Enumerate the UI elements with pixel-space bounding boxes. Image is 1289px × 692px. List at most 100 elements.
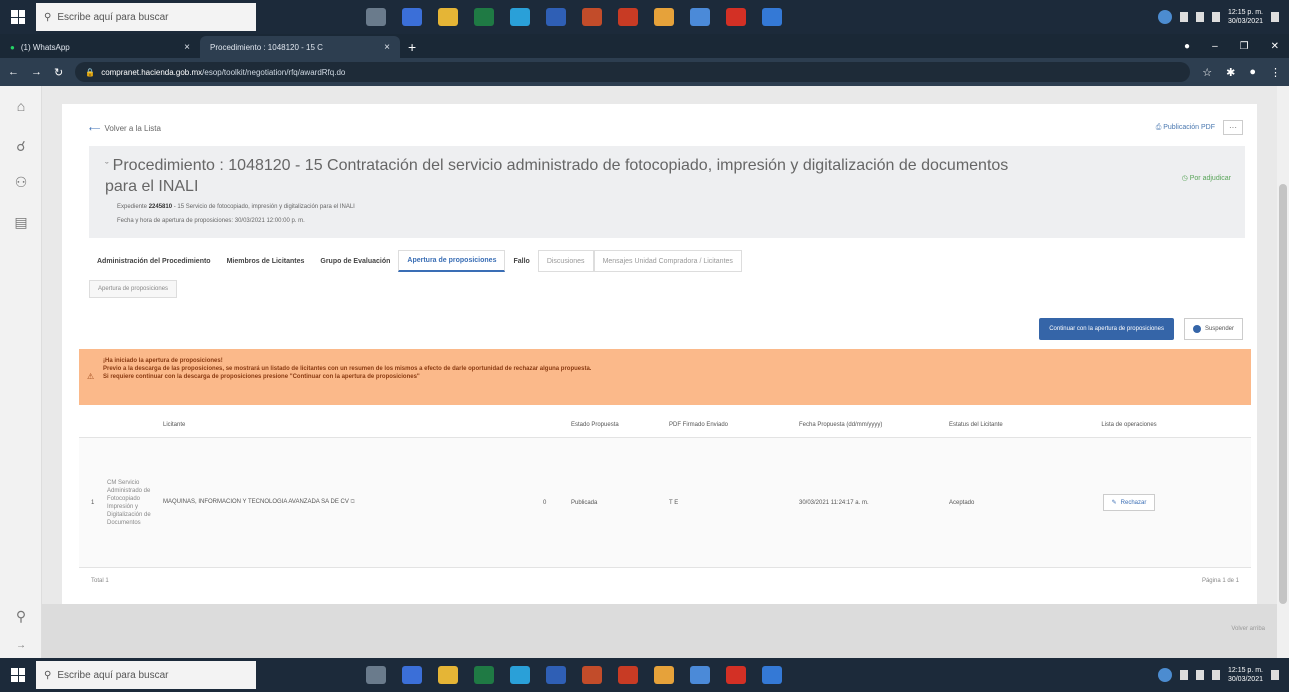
suspend-button[interactable]: Suspender xyxy=(1183,318,1243,340)
star-icon[interactable]: ☆ xyxy=(1202,66,1212,79)
continue-opening-button[interactable]: Continuar con la apertura de proposicion… xyxy=(1039,318,1174,340)
tray-chevron-icon[interactable] xyxy=(1179,670,1188,680)
window-close-icon[interactable]: ✕ xyxy=(1271,41,1279,52)
tray-clock[interactable]: 12:15 p. m. 30/03/2021 xyxy=(1228,666,1263,684)
pause-icon xyxy=(1192,325,1201,333)
arrow-right-icon[interactable]: → xyxy=(13,638,29,654)
volume-icon[interactable] xyxy=(1211,12,1220,22)
acrobat-icon[interactable] xyxy=(726,666,746,684)
back-to-top-link[interactable]: Volver arriba xyxy=(1231,626,1265,632)
menu-icon[interactable]: ⋮ xyxy=(1270,66,1281,79)
edge-icon[interactable] xyxy=(510,8,530,26)
back-to-list-link[interactable]: ⟵ Volver a la Lista xyxy=(89,124,161,133)
scrollbar-thumb[interactable] xyxy=(1279,184,1287,604)
app-icon-2[interactable] xyxy=(582,666,602,684)
clock-time: 12:15 p. m. xyxy=(1227,9,1263,16)
excel-icon[interactable] xyxy=(474,8,494,26)
more-options-button[interactable]: ··· xyxy=(1223,120,1243,135)
row-pdf: T E xyxy=(669,499,679,506)
handshake-icon[interactable]: ☌ xyxy=(13,138,29,154)
pdf-publication-label: Publicación PDF xyxy=(1163,123,1215,131)
tab-miembros[interactable]: Miembros de Licitantes xyxy=(219,250,313,272)
app-icon-3[interactable] xyxy=(654,666,674,684)
extension-icon[interactable]: ✱ xyxy=(1226,66,1235,79)
app-icon-3[interactable] xyxy=(654,8,674,26)
back-arrow-icon[interactable]: ← xyxy=(8,66,19,78)
app-icon-1[interactable] xyxy=(402,8,422,26)
subtab-apertura[interactable]: Apertura de proposiciones xyxy=(89,280,178,298)
wifi-icon[interactable] xyxy=(1195,12,1204,22)
close-icon[interactable]: × xyxy=(184,42,190,53)
maximize-icon[interactable]: ❐ xyxy=(1240,41,1249,52)
minimize-icon[interactable]: – xyxy=(1212,41,1218,52)
col-pdf[interactable]: PDF Firmado Enviado xyxy=(669,422,799,428)
taskbar-search-box[interactable]: ⚲ Escribe aquí para buscar xyxy=(36,3,256,31)
mail-icon[interactable] xyxy=(762,8,782,26)
tray-app-icon[interactable] xyxy=(1157,10,1172,24)
browser-tab-procedure[interactable]: Procedimiento : 1048120 - 15 C × xyxy=(200,36,400,58)
new-tab-button[interactable]: + xyxy=(400,36,424,58)
acrobat-icon[interactable] xyxy=(726,8,746,26)
status-text: Por adjudicar xyxy=(1189,175,1231,182)
reject-button[interactable]: ✎ Rechazar xyxy=(1102,494,1156,511)
account-icon[interactable]: ● xyxy=(1249,66,1256,78)
windows-start-button[interactable] xyxy=(0,0,36,34)
reload-icon[interactable]: ↻ xyxy=(54,66,63,79)
app-icon-1[interactable] xyxy=(402,666,422,684)
pdf-publication-link[interactable]: ⎙ Publicación PDF xyxy=(1156,124,1215,132)
tray-chevron-icon[interactable] xyxy=(1179,12,1188,22)
search-icon: ⚲ xyxy=(44,11,52,23)
col-fecha[interactable]: Fecha Propuesta (dd/mm/yyyy) xyxy=(799,422,949,428)
chrome-icon[interactable] xyxy=(690,666,710,684)
people-icon[interactable]: ⚇ xyxy=(13,174,29,190)
app-icon-2[interactable] xyxy=(582,8,602,26)
excel-icon[interactable] xyxy=(474,666,494,684)
tray-clock[interactable]: 12:15 p. m. 30/03/2021 xyxy=(1228,8,1263,26)
back-arrow-icon: ⟵ xyxy=(89,124,101,133)
home-icon[interactable]: ⌂ xyxy=(13,98,29,114)
col-licitante[interactable]: Licitante xyxy=(163,422,543,428)
tray-app-icon[interactable] xyxy=(1157,668,1172,682)
tab-discusiones[interactable]: Discusiones xyxy=(537,250,594,272)
volume-icon[interactable] xyxy=(1211,670,1220,680)
bidder-name[interactable]: MAQUINAS, INFORMACION Y TECNOLOGIA AVANZ… xyxy=(163,499,543,506)
tab-grupo-evaluacion[interactable]: Grupo de Evaluación xyxy=(312,250,398,272)
powerpoint-icon[interactable] xyxy=(618,666,638,684)
taskbar-search-box[interactable]: ⚲ Escribe aquí para buscar xyxy=(36,661,256,689)
notifications-icon[interactable] xyxy=(1271,12,1279,22)
chrome-icon[interactable] xyxy=(690,8,710,26)
windows-taskbar-top: ⚲ Escribe aquí para buscar 12:15 p. m. 3… xyxy=(0,0,1289,34)
forward-arrow-icon[interactable]: → xyxy=(31,66,42,78)
reject-label: Rechazar xyxy=(1120,499,1147,506)
close-icon[interactable]: × xyxy=(384,42,390,53)
wifi-icon[interactable] xyxy=(1195,670,1204,680)
file-explorer-icon[interactable] xyxy=(438,666,458,684)
browser-tab-whatsapp[interactable]: ● (1) WhatsApp × xyxy=(0,36,200,58)
edge-icon[interactable] xyxy=(510,666,530,684)
powerpoint-icon[interactable] xyxy=(618,8,638,26)
profile-dot-icon[interactable]: ● xyxy=(1184,41,1190,52)
page-scrollbar[interactable] xyxy=(1277,86,1289,658)
tab-fallo[interactable]: Fallo xyxy=(505,250,537,272)
back-link-label: Volver a la Lista xyxy=(104,124,161,133)
expediente-label: Expediente xyxy=(117,204,148,210)
col-estado[interactable]: Estado Propuesta xyxy=(571,422,669,428)
mail-icon[interactable] xyxy=(762,666,782,684)
windows-start-button[interactable] xyxy=(0,658,36,692)
task-view-icon[interactable] xyxy=(366,8,386,26)
file-explorer-icon[interactable] xyxy=(438,8,458,26)
notifications-icon[interactable] xyxy=(1271,670,1279,680)
document-icon[interactable]: ▤ xyxy=(13,214,29,230)
address-bar[interactable]: 🔒 compranet.hacienda.gob.mx/esop/toolkit… xyxy=(75,62,1191,82)
col-estatus[interactable]: Estatus del Licitante xyxy=(949,422,1069,428)
expediente-number[interactable]: 2245810 xyxy=(149,204,172,210)
tab-administracion[interactable]: Administración del Procedimiento xyxy=(89,250,219,272)
search-icon[interactable]: ⚲ xyxy=(13,608,29,624)
word-icon[interactable] xyxy=(546,666,566,684)
tab-apertura[interactable]: Apertura de proposiciones xyxy=(398,250,506,272)
task-view-icon[interactable] xyxy=(366,666,386,684)
alert-line-2: Si requiere continuar con la descarga de… xyxy=(103,374,420,380)
collapse-toggle-icon[interactable]: ˇ xyxy=(105,161,109,173)
tab-mensajes[interactable]: Mensajes Unidad Compradora / Licitantes xyxy=(593,250,742,272)
word-icon[interactable] xyxy=(546,8,566,26)
